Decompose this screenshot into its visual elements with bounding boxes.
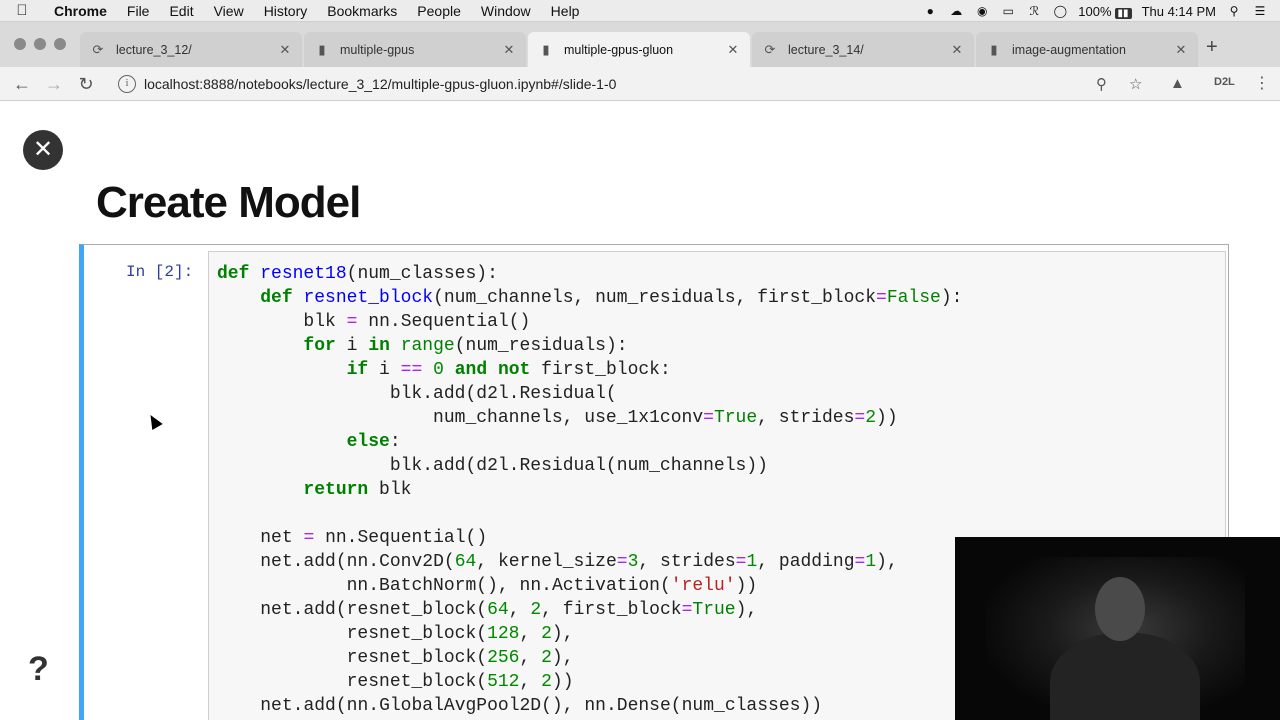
- menu-edit[interactable]: Edit: [159, 3, 203, 19]
- menu-clock[interactable]: Thu 4:14 PM: [1142, 4, 1216, 19]
- window-controls: [14, 38, 66, 50]
- new-tab-button[interactable]: +: [1206, 36, 1218, 59]
- chrome-menu-icon[interactable]: ⋮: [1254, 73, 1270, 93]
- bluetooth-icon[interactable]: ℛ: [1026, 4, 1042, 18]
- spotlight-search-icon[interactable]: ⚲: [1226, 4, 1242, 18]
- tab-close-icon[interactable]: ✕: [726, 42, 740, 58]
- zoom-icon[interactable]: ⚲: [1096, 75, 1107, 93]
- back-arrow-icon[interactable]: ←: [10, 72, 34, 96]
- close-window-button[interactable]: [14, 38, 26, 50]
- menu-file[interactable]: File: [117, 3, 160, 19]
- code-line: for i in range(num_residuals):: [303, 336, 628, 356]
- code-line: blk.add(d2l.Residual(: [389, 384, 617, 404]
- code-block[interactable]: def resnet18(num_classes): def resnet_bl…: [217, 262, 962, 718]
- drive-extension-icon[interactable]: ▲: [1170, 75, 1185, 92]
- address-bar[interactable]: i localhost:8888/notebooks/lecture_3_12/…: [108, 70, 1158, 98]
- code-line: resnet_block(128, 2),: [346, 624, 574, 644]
- site-info-icon[interactable]: i: [118, 75, 136, 93]
- code-line: blk.add(d2l.Residual(num_channels)): [389, 456, 768, 476]
- code-line: resnet_block(512, 2)): [346, 672, 574, 692]
- url-text[interactable]: localhost:8888/notebooks/lecture_3_12/mu…: [144, 76, 616, 92]
- code-line: net.add(nn.GlobalAvgPool2D(), nn.Dense(n…: [260, 696, 823, 716]
- code-line: net = nn.Sequential(): [260, 528, 488, 548]
- notebook-icon: ▮: [990, 41, 998, 57]
- d2l-extension-icon[interactable]: D2L: [1214, 76, 1235, 88]
- code-line: net.add(resnet_block(64, 2, first_block=…: [260, 600, 758, 620]
- status-area: ● ☁ ◉ ▭ ℛ ◯ 100% ▮▮ Thu 4:14 PM ⚲ ☰: [922, 0, 1280, 22]
- tab-close-icon[interactable]: ✕: [1174, 42, 1188, 58]
- apple-menu-icon[interactable]: : [0, 2, 44, 19]
- tab-close-icon[interactable]: ✕: [502, 42, 516, 58]
- code-line: def resnet18(num_classes):: [217, 264, 498, 284]
- menu-bookmarks[interactable]: Bookmarks: [317, 3, 407, 19]
- code-line: else:: [346, 432, 401, 452]
- code-line: resnet_block(256, 2),: [346, 648, 574, 668]
- presenter-head: [1095, 577, 1145, 641]
- menu-people[interactable]: People: [407, 3, 471, 19]
- close-slideshow-icon[interactable]: ✕: [23, 130, 63, 170]
- tab-lecture-3-12[interactable]: ⟳ lecture_3_12/ ✕: [80, 32, 302, 67]
- notebook-icon: ▮: [542, 41, 550, 57]
- minimize-window-button[interactable]: [34, 38, 46, 50]
- notebook-icon: ▮: [318, 41, 326, 57]
- airplay-icon[interactable]: ▭: [1000, 4, 1016, 18]
- menu-app-name[interactable]: Chrome: [44, 3, 117, 19]
- code-line: blk = nn.Sequential(): [303, 312, 531, 332]
- tab-label: image-augmentation: [1012, 42, 1126, 57]
- zoom-window-button[interactable]: [54, 38, 66, 50]
- skype-icon[interactable]: ●: [922, 4, 938, 18]
- tab-close-icon[interactable]: ✕: [950, 42, 964, 58]
- loading-icon: ⟳: [764, 41, 776, 57]
- notification-center-icon[interactable]: ☰: [1252, 4, 1268, 18]
- menu-window[interactable]: Window: [471, 3, 541, 19]
- wifi-icon[interactable]: ◯: [1052, 4, 1068, 18]
- loading-icon: ⟳: [92, 41, 104, 57]
- tab-strip: ⟳ lecture_3_12/ ✕ ▮ multiple-gpus ✕ ▮ mu…: [0, 22, 1280, 67]
- macos-menu-bar:  Chrome File Edit View History Bookmark…: [0, 0, 1280, 22]
- menu-view[interactable]: View: [204, 3, 254, 19]
- tab-label: multiple-gpus-gluon: [564, 42, 674, 57]
- tab-lecture-3-14[interactable]: ⟳ lecture_3_14/ ✕: [752, 32, 974, 67]
- cell-prompt: In [2]:: [126, 263, 194, 281]
- tab-label: multiple-gpus: [340, 42, 415, 57]
- code-line: if i == 0 and not first_block:: [346, 360, 671, 380]
- code-line: net.add(nn.Conv2D(64, kernel_size=3, str…: [260, 552, 898, 572]
- code-line: return blk: [303, 480, 412, 500]
- tab-image-augmentation[interactable]: ▮ image-augmentation ✕: [976, 32, 1198, 67]
- menu-help[interactable]: Help: [541, 3, 590, 19]
- forward-arrow-icon[interactable]: →: [42, 72, 66, 96]
- help-icon[interactable]: ?: [28, 650, 49, 689]
- tab-multiple-gpus-gluon[interactable]: ▮ multiple-gpus-gluon ✕: [528, 32, 750, 67]
- tab-label: lecture_3_14/: [788, 42, 864, 57]
- code-line: num_channels, use_1x1conv=True, strides=…: [433, 408, 898, 428]
- cloud-upload-icon[interactable]: ☁: [948, 4, 964, 18]
- battery-percent: 100% ▮▮: [1078, 4, 1132, 19]
- webcam-video: [955, 537, 1280, 720]
- tab-multiple-gpus[interactable]: ▮ multiple-gpus ✕: [304, 32, 526, 67]
- menu-history[interactable]: History: [254, 3, 318, 19]
- code-line: nn.BatchNorm(), nn.Activation('relu')): [346, 576, 758, 596]
- page-title: Create Model: [96, 178, 361, 227]
- browser-toolbar: ← → ↻ i localhost:8888/notebooks/lecture…: [0, 67, 1280, 101]
- bookmark-star-icon[interactable]: ☆: [1129, 75, 1142, 93]
- globe-icon[interactable]: ◉: [974, 4, 990, 18]
- code-line: def resnet_block(num_channels, num_resid…: [260, 288, 963, 308]
- tab-close-icon[interactable]: ✕: [278, 42, 292, 58]
- reload-icon[interactable]: ↻: [74, 72, 98, 96]
- tab-label: lecture_3_12/: [116, 42, 192, 57]
- battery-icon[interactable]: ▮▮: [1114, 7, 1132, 19]
